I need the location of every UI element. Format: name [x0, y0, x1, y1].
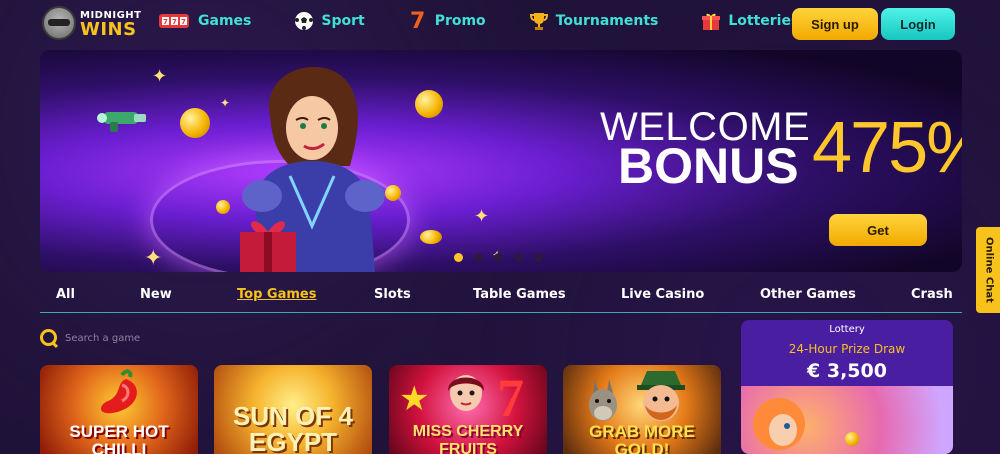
promo-banner[interactable]: ✦ ✦ ✦ ✦ ✦ WELCOME BONUS 475% Get: [40, 50, 962, 272]
chilli-pepper-icon: [100, 369, 137, 414]
character-portrait-icon: [447, 375, 485, 411]
lucky-seven-icon: 7: [410, 8, 426, 34]
gold-coin-icon: [385, 185, 401, 201]
get-bonus-button[interactable]: Get: [829, 214, 927, 246]
carousel-dot[interactable]: [514, 253, 523, 262]
gold-coin-icon: [845, 432, 859, 446]
game-tile-grab-more-gold[interactable]: GRAB MORE GOLD!: [563, 365, 721, 454]
carousel-dot[interactable]: [494, 253, 503, 262]
tab-new[interactable]: New: [140, 287, 172, 302]
banner-percent-text: 475%: [812, 108, 962, 188]
mascot-logo-icon: [42, 6, 76, 40]
slot-machine-icon: 777: [158, 10, 192, 32]
lucky-seven-icon: 7: [497, 368, 524, 428]
game-search: [40, 329, 245, 347]
tab-slots[interactable]: Slots: [374, 287, 411, 302]
tab-other-games[interactable]: Other Games: [760, 287, 856, 302]
game-title-line2: CHILLI: [91, 440, 147, 454]
lottery-artwork: [741, 386, 953, 454]
carousel-dot[interactable]: [474, 253, 483, 262]
blaster-illustration: [97, 112, 146, 132]
heroine-illustration: [240, 66, 385, 272]
tab-live-casino[interactable]: Live Casino: [621, 287, 704, 302]
soccer-ball-icon: [293, 10, 315, 32]
tab-crash[interactable]: Crash: [911, 287, 953, 302]
nav-sport[interactable]: Sport: [293, 10, 365, 32]
login-button[interactable]: Login: [881, 8, 955, 40]
nav-sport-label: Sport: [321, 13, 365, 29]
game-tile-super-hot-chilli[interactable]: SUPER HOT CHILLI: [40, 365, 198, 454]
main-nav: 777 Games Sport 7 Promo Tournaments Lott…: [158, 8, 841, 34]
gold-coin-icon: [216, 200, 230, 214]
game-title-line2: EGYPT: [248, 427, 338, 454]
site-header: MIDNIGHT WINS 777 Games Sport 7 Promo To…: [0, 0, 1000, 48]
game-tile-sun-of-4-egypt[interactable]: SUN OF 4 EGYPT: [214, 365, 372, 454]
sparkle-star-icon: ✦: [220, 96, 231, 110]
brand-logo[interactable]: MIDNIGHT WINS: [42, 6, 141, 40]
game-tile-miss-cherry-fruits[interactable]: ★ 7 MISS CHERRY FRUITS: [389, 365, 547, 454]
game-title-line2: GOLD!: [614, 440, 670, 454]
nav-tournaments[interactable]: Tournaments: [528, 10, 659, 32]
online-chat-label: Online Chat: [983, 237, 995, 303]
character-illustration: [753, 398, 805, 450]
gold-coin-icon: [180, 108, 210, 138]
gold-star-icon: ★: [399, 379, 430, 419]
game-title-line1: GRAB MORE: [589, 422, 695, 441]
signup-button[interactable]: Sign up: [792, 8, 878, 40]
sparkle-star-icon: ✦: [152, 66, 168, 87]
game-title-line1: SUPER HOT: [69, 422, 169, 441]
game-title-line1: MISS CHERRY: [412, 423, 524, 440]
tab-top-games[interactable]: Top Games: [237, 287, 316, 302]
sparkle-star-icon: ✦: [474, 206, 490, 227]
tab-table-games[interactable]: Table Games: [473, 287, 566, 302]
svg-text:7: 7: [172, 18, 177, 26]
svg-text:7: 7: [163, 18, 168, 26]
online-chat-tab[interactable]: Online Chat: [976, 227, 1000, 313]
gold-coin-icon: [415, 90, 443, 118]
nav-promo[interactable]: 7 Promo: [407, 8, 486, 34]
logo-line2: WINS: [80, 19, 137, 40]
carousel-dot[interactable]: [534, 253, 543, 262]
trophy-icon: [528, 10, 550, 32]
carousel-dots: [454, 253, 554, 262]
svg-text:7: 7: [181, 18, 186, 26]
nav-lotteries-label: Lotteries: [728, 13, 800, 29]
game-category-tabs: All New Top Games Slots Table Games Live…: [40, 287, 962, 313]
game-title-line1: SUN OF 4: [233, 401, 353, 431]
nav-games-label: Games: [198, 13, 252, 29]
lottery-title: 24-Hour Prize Draw: [788, 342, 906, 356]
tab-all[interactable]: All: [56, 287, 75, 302]
nav-promo-label: Promo: [434, 13, 486, 29]
lottery-label: Lottery: [829, 324, 865, 335]
search-icon[interactable]: [40, 329, 58, 347]
lottery-prize-amount: € 3,500: [807, 360, 887, 382]
gold-coin-icon: [420, 230, 442, 244]
nav-lotteries[interactable]: Lotteries: [700, 10, 799, 32]
search-input[interactable]: [65, 332, 245, 344]
game-title-line2: FRUITS: [439, 441, 497, 454]
nav-games[interactable]: 777 Games: [158, 10, 251, 32]
lottery-card[interactable]: Lottery 24-Hour Prize Draw € 3,500: [741, 320, 953, 454]
gift-box-icon: [700, 10, 722, 32]
carousel-dot[interactable]: [454, 253, 463, 262]
donkey-illustration: [589, 379, 617, 421]
leprechaun-illustration: [637, 371, 685, 421]
sparkle-star-icon: ✦: [144, 246, 163, 271]
nav-tournaments-label: Tournaments: [555, 13, 659, 29]
banner-bonus-text: BONUS: [618, 138, 799, 194]
